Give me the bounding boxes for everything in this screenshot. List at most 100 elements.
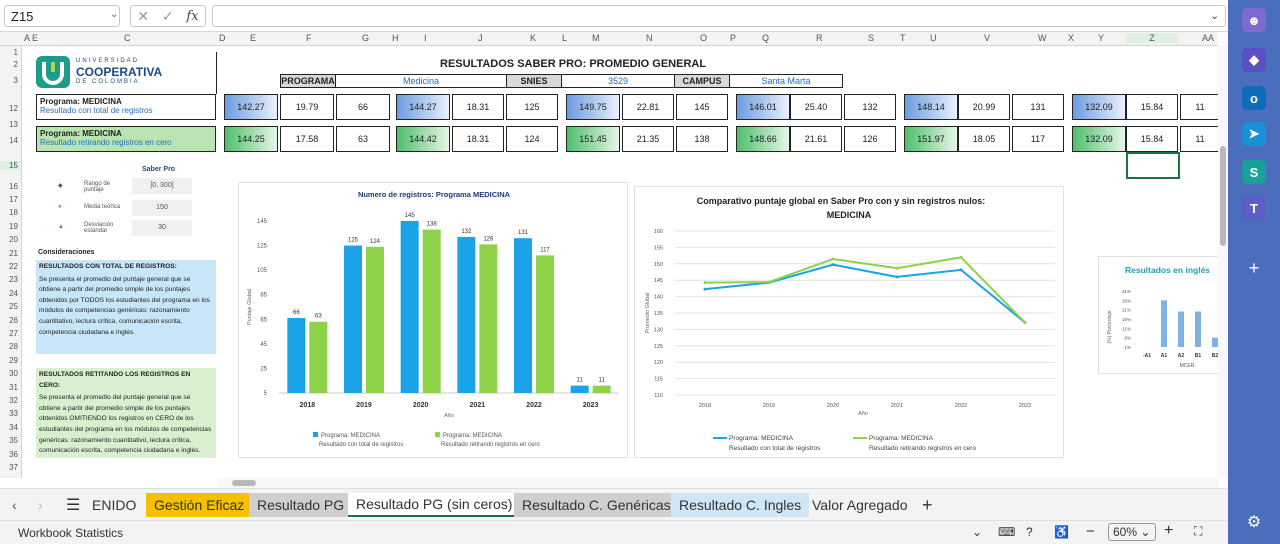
col-header[interactable]: V <box>984 33 990 43</box>
value-cell[interactable]: 142.27 <box>224 94 278 120</box>
campus-value[interactable]: Santa Marta <box>729 74 843 88</box>
value-cell[interactable]: 20.99 <box>958 94 1010 120</box>
next-sheet-icon[interactable]: › <box>30 493 51 517</box>
col-header[interactable]: W <box>1038 33 1047 43</box>
value-cell[interactable]: 131 <box>1012 94 1064 120</box>
value-cell[interactable]: 144.27 <box>396 94 450 120</box>
horizontal-scrollbar[interactable] <box>218 478 1218 488</box>
fullscreen-icon[interactable]: ⛶ <box>1194 524 1202 539</box>
value-cell[interactable]: 15.84 <box>1126 126 1178 152</box>
workbook-statistics[interactable]: Workbook Statistics <box>18 526 123 540</box>
value-cell[interactable]: 144.25 <box>224 126 278 152</box>
value-cell[interactable]: 21.35 <box>622 126 674 152</box>
row-header[interactable]: 19 <box>9 222 18 231</box>
row-header[interactable]: 18 <box>9 208 18 217</box>
outlook-icon[interactable]: o <box>1242 86 1266 110</box>
row-header[interactable]: 31 <box>9 383 18 392</box>
col-header[interactable]: S <box>868 33 874 43</box>
col-header[interactable]: Q <box>762 33 769 43</box>
value-cell[interactable]: 63 <box>336 126 390 152</box>
value-cell[interactable]: 132.09 <box>1072 126 1126 152</box>
value-cell[interactable]: 132.09 <box>1072 94 1126 120</box>
value-cell[interactable]: 132 <box>844 94 896 120</box>
row-header[interactable]: 2 <box>14 60 18 69</box>
vertical-scrollbar[interactable] <box>1218 46 1228 478</box>
value-cell[interactable]: 151.97 <box>904 126 958 152</box>
row-header[interactable]: 22 <box>9 262 18 271</box>
row-header[interactable]: 35 <box>9 436 18 445</box>
value-cell[interactable]: 15.84 <box>1126 94 1178 120</box>
col-header[interactable]: E <box>32 33 38 43</box>
col-header[interactable]: L <box>562 33 567 43</box>
worksheet[interactable]: UNIVERSIDAD COOPERATIVA DE COLOMBIA RESU… <box>22 46 1218 478</box>
row-header[interactable]: 1 <box>14 48 18 57</box>
row-header[interactable]: 14 <box>9 136 18 145</box>
selected-cell[interactable] <box>1126 152 1180 179</box>
zoom-select[interactable]: 60% ⌄ <box>1108 523 1156 541</box>
settings-gear-icon[interactable]: ⚙ <box>1242 510 1266 534</box>
row-header[interactable]: 25 <box>9 302 18 311</box>
value-cell[interactable]: 18.31 <box>452 126 504 152</box>
row-header[interactable]: 37 <box>9 463 18 472</box>
col-header[interactable]: C <box>124 33 131 43</box>
value-cell[interactable]: 145 <box>676 94 728 120</box>
col-header[interactable]: F <box>306 33 312 43</box>
tab-contenido[interactable]: ENIDO <box>84 493 144 517</box>
row-header[interactable]: 34 <box>9 423 18 432</box>
value-cell[interactable]: 17.58 <box>280 126 334 152</box>
teams-apps-icon[interactable]: ◆ <box>1242 48 1266 72</box>
feedback-icon[interactable]: ? <box>1026 525 1033 539</box>
scroll-thumb[interactable] <box>232 480 256 486</box>
value-cell[interactable]: 19.79 <box>280 94 334 120</box>
row-header[interactable]: 20 <box>9 235 18 244</box>
chevron-down-icon[interactable]: ⌄ <box>110 9 118 20</box>
value-cell[interactable]: 11 <box>1180 126 1218 152</box>
col-header[interactable]: X <box>1068 33 1074 43</box>
col-header[interactable]: T <box>900 33 906 43</box>
add-app-icon[interactable]: + <box>1242 256 1266 280</box>
formula-input[interactable] <box>212 5 1226 27</box>
col-header[interactable]: M <box>592 33 600 43</box>
check-icon[interactable]: ✓ <box>162 8 174 25</box>
copilot-icon[interactable]: ☻ <box>1242 8 1266 32</box>
col-header[interactable]: H <box>392 33 399 43</box>
tab-gestion-eficaz[interactable]: Gestión Eficaz <box>146 493 253 517</box>
tab-resultado-pg-sin-ceros[interactable]: Resultado PG (sin ceros) <box>348 493 521 517</box>
col-header[interactable]: E <box>250 33 256 43</box>
row-header[interactable]: 16 <box>9 182 18 191</box>
line-chart-comparativo[interactable]: Comparativo puntaje global en Saber Pro … <box>634 186 1064 458</box>
bar-chart-registros[interactable]: Numero de registros: Programa MEDICINA 5 2… <box>238 182 628 458</box>
row-header[interactable]: 28 <box>9 342 18 351</box>
value-cell[interactable]: 138 <box>676 126 728 152</box>
col-header[interactable]: D <box>219 33 226 43</box>
row-header[interactable]: 23 <box>9 275 18 284</box>
snies-value[interactable]: 3529 <box>561 74 675 88</box>
sharepoint-icon[interactable]: S <box>1242 160 1266 184</box>
value-cell[interactable]: 146.01 <box>736 94 790 120</box>
tab-valor-agregado[interactable]: Valor Agregado <box>804 493 915 517</box>
row-header[interactable]: 26 <box>9 316 18 325</box>
row-header[interactable]: 3 <box>14 76 18 85</box>
expand-formula-icon[interactable]: ⌄ <box>1210 9 1219 22</box>
add-sheet-icon[interactable]: + <box>914 493 941 517</box>
value-cell[interactable]: 126 <box>844 126 896 152</box>
row-header[interactable]: 24 <box>9 289 18 298</box>
row-header[interactable]: 30 <box>9 369 18 378</box>
value-cell[interactable]: 25.40 <box>790 94 842 120</box>
scroll-thumb[interactable] <box>1220 146 1226 246</box>
row-header[interactable]: 32 <box>9 396 18 405</box>
row14-label[interactable]: Programa: MEDICINA Resultado retirando r… <box>36 126 216 152</box>
col-header[interactable]: U <box>930 33 937 43</box>
value-cell[interactable]: 144.42 <box>396 126 450 152</box>
bar-chart-ingles[interactable]: Resultados en inglés 1% 6% 11% 16% 21% 26% 31% (… <box>1098 256 1218 374</box>
col-header[interactable]: R <box>816 33 823 43</box>
value-cell[interactable]: 148.66 <box>736 126 790 152</box>
cancel-icon[interactable]: ✕ <box>137 8 149 25</box>
value-cell[interactable]: 18.31 <box>452 94 504 120</box>
chevron-down-icon[interactable]: ⌄ <box>972 525 982 539</box>
teams-icon[interactable]: T <box>1242 196 1266 220</box>
zoom-in-icon[interactable]: + <box>1164 522 1173 540</box>
col-header[interactable]: O <box>700 33 707 43</box>
row-header-selected[interactable]: 15 <box>0 161 21 170</box>
insert-function-icon[interactable]: fx <box>186 9 198 24</box>
